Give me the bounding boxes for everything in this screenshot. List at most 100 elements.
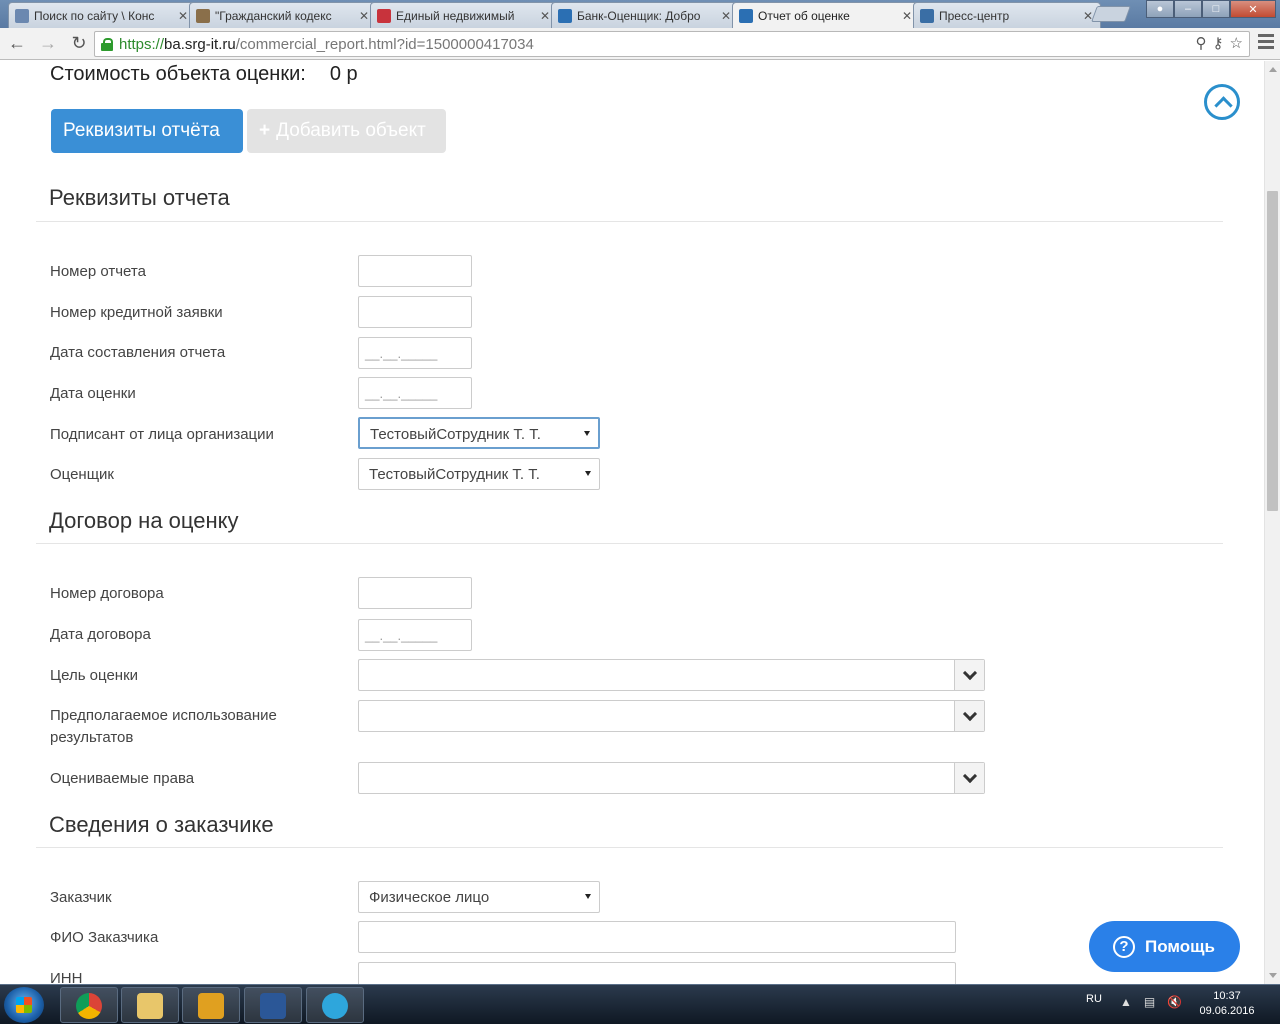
back-arrow-icon[interactable]: ←: [3, 30, 31, 58]
customer-fio-input[interactable]: [358, 921, 956, 953]
browser-tab[interactable]: Банк-Оценщик: Добро ✕: [551, 2, 739, 28]
tab-title: Единый недвижимый: [396, 8, 515, 23]
report-date-input[interactable]: __.__._____: [358, 337, 472, 369]
chevron-down-icon[interactable]: [954, 660, 984, 690]
customer-fio-label: ФИО Заказчика: [50, 929, 159, 946]
url-host: ba.srg-it.ru: [164, 35, 236, 53]
contract-number-label: Номер договора: [50, 585, 164, 602]
tab-title: Банк-Оценщик: Добро: [577, 8, 701, 23]
url-scheme: https://: [119, 35, 165, 53]
rights-label: Оцениваемые права: [50, 770, 195, 787]
taskbar-chrome-icon[interactable]: [60, 987, 118, 1023]
forward-arrow-icon[interactable]: →: [34, 30, 62, 58]
clock-time: 10:37: [1213, 990, 1241, 1002]
taskbar-word-icon[interactable]: [244, 987, 302, 1023]
contract-date-input[interactable]: __.__._____: [358, 619, 472, 651]
purpose-label: Цель оценки: [50, 667, 139, 684]
tab-close-icon[interactable]: ✕: [358, 9, 370, 23]
scrollbar-thumb[interactable]: [1267, 191, 1278, 511]
browser-tab[interactable]: Пресс-центр ✕: [913, 2, 1101, 28]
lock-icon: [101, 37, 113, 51]
signer-select[interactable]: ТестовыйСотрудник Т. Т.: [358, 417, 600, 449]
chevron-down-icon[interactable]: [954, 701, 984, 731]
intended-use-label: Предполагаемое использование результатов: [50, 707, 277, 746]
tab-close-icon[interactable]: ✕: [720, 9, 732, 23]
tab-close-icon[interactable]: ✕: [901, 9, 913, 23]
browser-menu-icon[interactable]: [1258, 34, 1274, 52]
minimize-icon[interactable]: –: [1174, 0, 1202, 18]
tab-favicon-icon: [377, 8, 391, 23]
customer-label: Заказчик: [50, 889, 112, 906]
windows-taskbar: RU ▲ ▤ 🔇 10:37 09.06.2016: [0, 984, 1280, 1024]
tab-close-icon[interactable]: ✕: [539, 9, 551, 23]
tab-title: Пресс-центр: [939, 8, 1010, 23]
start-button-icon[interactable]: [4, 987, 44, 1023]
key-icon[interactable]: ⚷: [1213, 34, 1224, 52]
tray-expand-icon[interactable]: ▲: [1120, 995, 1132, 1009]
chevron-down-icon[interactable]: [954, 763, 984, 793]
taskbar-explorer-icon[interactable]: [121, 987, 179, 1023]
volume-muted-icon[interactable]: 🔇: [1167, 995, 1182, 1009]
page-viewport: Стоимость объекта оценки: 0 р Реквизиты о…: [0, 61, 1264, 984]
add-object-label: Добавить объект: [276, 120, 426, 141]
report-number-label: Номер отчета: [50, 263, 146, 280]
contract-number-input[interactable]: [358, 577, 472, 609]
tab-report-requisites[interactable]: Реквизиты отчёта: [51, 109, 243, 153]
browser-tab[interactable]: "Гражданский кодекс ✕: [189, 2, 377, 28]
credit-request-input[interactable]: [358, 296, 472, 328]
section-divider: [36, 221, 1223, 222]
valuation-date-label: Дата оценки: [50, 385, 136, 402]
url-path: /commercial_report.html?id=1500000417034: [235, 35, 534, 53]
customer-type-select[interactable]: Физическое лицо: [358, 881, 600, 913]
scroll-top-chevron-icon[interactable]: [1204, 84, 1240, 120]
valuation-date-input[interactable]: __.__._____: [358, 377, 472, 409]
browser-tab[interactable]: Поиск по сайту \ Конс ✕: [8, 2, 196, 28]
address-bar[interactable]: https:// ba.srg-it.ru /commercial_report…: [94, 31, 1250, 57]
tab-title: Отчет об оценке: [758, 8, 850, 23]
language-indicator[interactable]: RU: [1086, 993, 1102, 1005]
system-clock[interactable]: 10:37 09.06.2016: [1196, 989, 1258, 1019]
object-cost-value: 0 р: [329, 63, 358, 85]
section-title-customer: Сведения о заказчике: [49, 812, 274, 837]
bookmark-star-icon[interactable]: ☆: [1230, 34, 1243, 52]
page-scrollbar[interactable]: [1264, 61, 1280, 984]
credit-request-label: Номер кредитной заявки: [50, 304, 223, 321]
network-icon[interactable]: ▤: [1144, 995, 1155, 1009]
taskbar-outlook-icon[interactable]: [182, 987, 240, 1023]
section-title-contract: Договор на оценку: [49, 508, 239, 533]
zoom-icon[interactable]: ⚲: [1196, 34, 1207, 52]
dropdown-arrow-icon: [585, 471, 591, 476]
browser-tab-strip: Поиск по сайту \ Конс ✕ "Гражданский код…: [0, 0, 1280, 28]
tab-title: Поиск по сайту \ Конс: [34, 8, 155, 23]
scroll-down-arrow-icon[interactable]: [1269, 973, 1277, 978]
customer-type-value: Физическое лицо: [369, 889, 490, 906]
new-tab-button[interactable]: [1091, 6, 1131, 22]
omnibox-icons: ⚲ ⚷ ☆: [1196, 34, 1243, 52]
add-object-button[interactable]: + Добавить объект: [247, 109, 446, 153]
section-divider: [36, 847, 1223, 848]
reload-icon[interactable]: ↻: [65, 30, 93, 58]
taskbar-telegram-icon[interactable]: [306, 987, 364, 1023]
close-window-icon[interactable]: ✕: [1230, 0, 1276, 18]
intended-use-combobox[interactable]: [358, 700, 985, 732]
purpose-combobox[interactable]: [358, 659, 985, 691]
scroll-up-arrow-icon[interactable]: [1269, 67, 1277, 72]
clock-date: 09.06.2016: [1199, 1005, 1255, 1017]
section-divider: [36, 543, 1223, 544]
help-label: Помощь: [1145, 936, 1215, 956]
maximize-icon[interactable]: □: [1202, 0, 1230, 18]
tab-favicon-icon: [920, 8, 934, 23]
browser-tab[interactable]: Единый недвижимый ✕: [370, 2, 558, 28]
browser-tab-active[interactable]: Отчет об оценке ✕: [732, 2, 920, 28]
tab-close-icon[interactable]: ✕: [177, 9, 189, 23]
inn-input[interactable]: [358, 962, 956, 984]
rights-combobox[interactable]: [358, 762, 985, 794]
dropdown-arrow-icon: [585, 894, 591, 899]
tab-favicon-icon: [558, 8, 572, 23]
appraiser-label: Оценщик: [50, 466, 114, 483]
help-button[interactable]: ? Помощь: [1089, 921, 1240, 972]
signer-label: Подписант от лица организации: [50, 426, 274, 443]
report-number-input[interactable]: [358, 255, 472, 287]
appraiser-select[interactable]: ТестовыйСотрудник Т. Т.: [358, 458, 600, 490]
user-profile-icon[interactable]: ●: [1146, 0, 1174, 18]
